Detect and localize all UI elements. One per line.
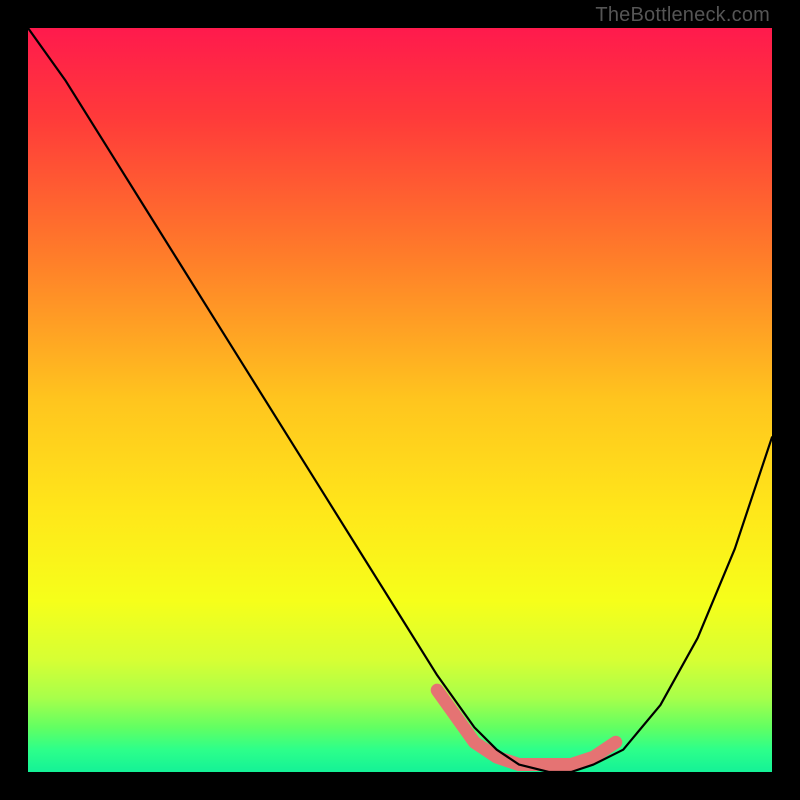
watermark-text: TheBottleneck.com: [595, 4, 770, 27]
curve-layer: [28, 28, 772, 772]
bottleneck-curve: [28, 28, 772, 772]
chart-frame: TheBottleneck.com: [0, 0, 800, 800]
highlight-band: [437, 690, 616, 764]
plot-area: [28, 28, 772, 772]
